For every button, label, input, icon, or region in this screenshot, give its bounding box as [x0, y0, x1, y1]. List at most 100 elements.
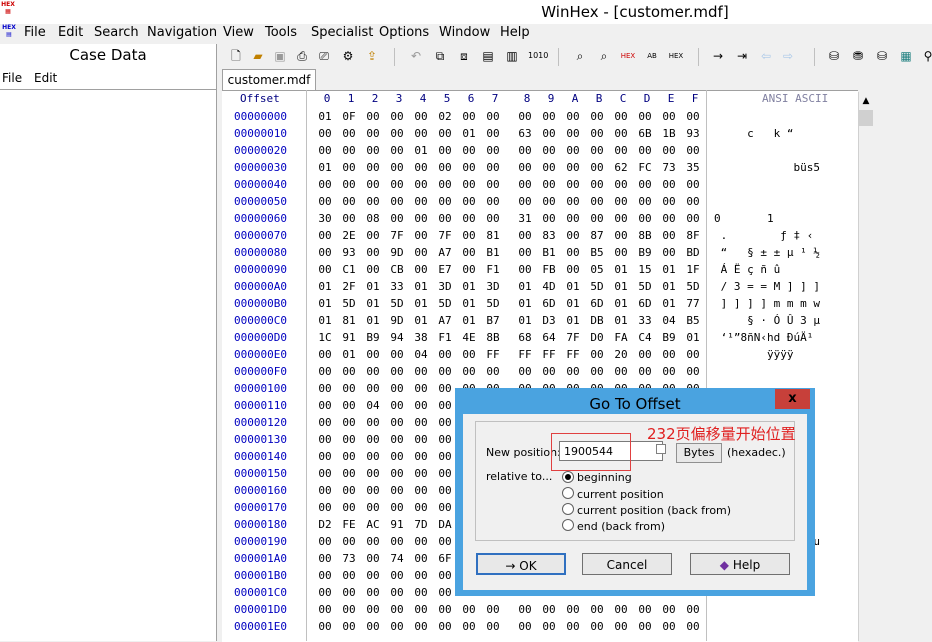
hex-byte[interactable]: 00 — [684, 110, 702, 123]
hex-byte[interactable]: 00 — [540, 365, 558, 378]
disk-open-icon[interactable]: ⛃ — [850, 48, 866, 64]
hex-byte[interactable]: 00 — [412, 229, 430, 242]
hex-byte[interactable]: 00 — [436, 212, 454, 225]
hex-byte[interactable]: FB — [540, 263, 558, 276]
hex-byte[interactable]: 6D — [540, 297, 558, 310]
hex-byte[interactable]: 04 — [412, 348, 430, 361]
hex-byte[interactable]: 00 — [364, 586, 382, 599]
hex-byte[interactable]: 00 — [516, 365, 534, 378]
hex-byte[interactable]: 00 — [564, 144, 582, 157]
hex-byte[interactable]: 81 — [484, 229, 502, 242]
hex-byte[interactable]: 00 — [364, 144, 382, 157]
hex-byte[interactable]: 00 — [564, 110, 582, 123]
hex-byte[interactable]: 00 — [388, 603, 406, 616]
radio-end-back[interactable] — [562, 519, 574, 531]
hex-byte[interactable]: 9D — [388, 314, 406, 327]
hex-byte[interactable]: 00 — [540, 161, 558, 174]
document-icon[interactable]: HEX ▤ — [1, 24, 17, 39]
hex-byte[interactable]: 01 — [564, 297, 582, 310]
hex-byte[interactable]: 7D — [412, 518, 430, 531]
hex-byte[interactable]: 00 — [516, 603, 534, 616]
hex-byte[interactable]: 01 — [412, 314, 430, 327]
hex-byte[interactable]: 8B — [484, 331, 502, 344]
hex-byte[interactable]: 00 — [540, 110, 558, 123]
hex-byte[interactable]: 00 — [636, 195, 654, 208]
hex-byte[interactable]: 00 — [636, 212, 654, 225]
input-dropdown-icon[interactable] — [656, 444, 666, 454]
hex-byte[interactable]: C1 — [340, 263, 358, 276]
ascii-text[interactable]: . ƒ ‡ ‹ — [714, 229, 844, 242]
menu-search[interactable]: Search — [94, 25, 139, 40]
hex-byte[interactable]: 00 — [340, 433, 358, 446]
radio-current-position-back-label[interactable]: current position (back from) — [577, 504, 731, 517]
hex-byte[interactable]: 01 — [364, 280, 382, 293]
find-hex-icon[interactable]: ⌕ — [596, 48, 612, 64]
hex-byte[interactable]: 00 — [636, 603, 654, 616]
vertical-scrollbar[interactable] — [858, 92, 875, 641]
hex-byte[interactable]: B1 — [484, 246, 502, 259]
hex-byte[interactable]: 00 — [436, 586, 454, 599]
hex-byte[interactable]: 01 — [316, 280, 334, 293]
hex-byte[interactable]: F1 — [484, 263, 502, 276]
hex-byte[interactable]: 00 — [516, 620, 534, 633]
hex-byte[interactable]: 00 — [364, 348, 382, 361]
disk-icon[interactable]: ⛁ — [826, 48, 842, 64]
hex-byte[interactable]: 00 — [316, 603, 334, 616]
hex-byte[interactable]: 00 — [340, 212, 358, 225]
hex-byte[interactable]: 01 — [412, 297, 430, 310]
hex-byte[interactable]: 00 — [484, 127, 502, 140]
hex-byte[interactable]: 00 — [316, 365, 334, 378]
menu-view[interactable]: View — [223, 25, 254, 40]
hex-byte[interactable]: 00 — [540, 212, 558, 225]
hex-byte[interactable]: 91 — [340, 331, 358, 344]
hex-byte[interactable]: 01 — [316, 297, 334, 310]
hex-byte[interactable]: 00 — [612, 178, 630, 191]
hex-byte[interactable]: 00 — [316, 144, 334, 157]
hex-byte[interactable]: 00 — [436, 178, 454, 191]
hex-byte[interactable]: 00 — [340, 178, 358, 191]
hex-byte[interactable]: 01 — [660, 297, 678, 310]
export-icon[interactable]: ⇪ — [364, 48, 380, 64]
hex-byte[interactable]: 2E — [340, 229, 358, 242]
hex-byte[interactable]: 00 — [484, 161, 502, 174]
hex-byte[interactable]: 00 — [516, 161, 534, 174]
hex-byte[interactable]: 00 — [412, 433, 430, 446]
hex-byte[interactable]: 00 — [364, 161, 382, 174]
copy-icon[interactable]: ⧉ — [432, 48, 448, 64]
hex-byte[interactable]: 00 — [460, 348, 478, 361]
hex-byte[interactable]: 01 — [612, 297, 630, 310]
hex-byte[interactable]: 00 — [612, 620, 630, 633]
hex-byte[interactable]: 9D — [388, 246, 406, 259]
hex-byte[interactable]: 00 — [340, 620, 358, 633]
hex-byte[interactable]: 00 — [436, 416, 454, 429]
hex-byte[interactable]: 62 — [612, 161, 630, 174]
hex-byte[interactable]: 00 — [364, 195, 382, 208]
hex-byte[interactable]: 00 — [412, 161, 430, 174]
hex-byte[interactable]: 00 — [660, 195, 678, 208]
radio-end-back-label[interactable]: end (back from) — [577, 520, 665, 533]
hex-byte[interactable]: 00 — [660, 246, 678, 259]
hex-byte[interactable]: 00 — [684, 620, 702, 633]
hex-byte[interactable]: 87 — [588, 229, 606, 242]
hex-byte[interactable]: 5D — [684, 280, 702, 293]
scrollbar-thumb[interactable] — [859, 110, 873, 126]
hex-byte[interactable]: 00 — [412, 195, 430, 208]
hex-byte[interactable]: 00 — [340, 399, 358, 412]
hex-byte[interactable]: 00 — [460, 365, 478, 378]
hex-byte[interactable]: 00 — [540, 144, 558, 157]
hex-byte[interactable]: 00 — [364, 365, 382, 378]
hex-byte[interactable]: 5D — [636, 280, 654, 293]
hex-byte[interactable]: 00 — [564, 212, 582, 225]
hex-byte[interactable]: 00 — [316, 416, 334, 429]
hex-byte[interactable]: 00 — [516, 110, 534, 123]
hex-byte[interactable]: 01 — [612, 263, 630, 276]
hex-byte[interactable]: 00 — [684, 178, 702, 191]
hex-byte[interactable]: 00 — [412, 552, 430, 565]
hex-byte[interactable]: 00 — [412, 416, 430, 429]
hex-byte[interactable]: 04 — [660, 314, 678, 327]
hex-byte[interactable]: 5D — [388, 297, 406, 310]
hex-byte[interactable]: 00 — [436, 484, 454, 497]
hex-byte[interactable]: 00 — [412, 569, 430, 582]
hex-byte[interactable]: FC — [636, 161, 654, 174]
hex-byte[interactable]: 00 — [588, 603, 606, 616]
